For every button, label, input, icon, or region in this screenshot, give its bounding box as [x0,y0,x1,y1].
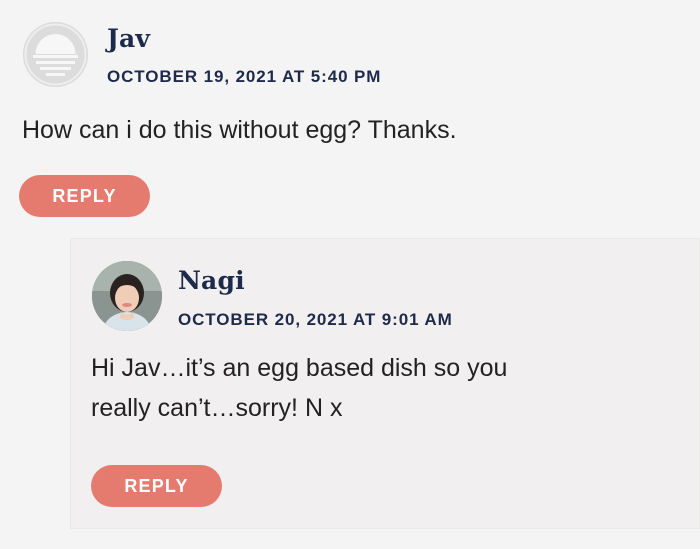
comment-date[interactable]: OCTOBER 19, 2021 AT 5:40 PM [107,67,381,87]
comment-text: How can i do this without egg? Thanks. [22,116,457,144]
generic-avatar-icon [23,22,88,87]
author-name: Jav [107,24,151,53]
comment-text-line: Hi Jav…it’s an egg based dish so you [91,354,508,382]
comment-date[interactable]: OCTOBER 20, 2021 AT 9:01 AM [178,310,453,330]
comment-text-line: really can’t…sorry! N x [91,394,343,422]
avatar [92,261,162,331]
comment-text: Hi Jav…it’s an egg based dish so you rea… [91,348,671,428]
reply-button[interactable]: REPLY [91,465,222,507]
comment-nagi: Nagi OCTOBER 20, 2021 AT 9:01 AM Hi Jav…… [70,238,700,529]
reply-button[interactable]: REPLY [19,175,150,217]
author-name: Nagi [178,266,245,295]
